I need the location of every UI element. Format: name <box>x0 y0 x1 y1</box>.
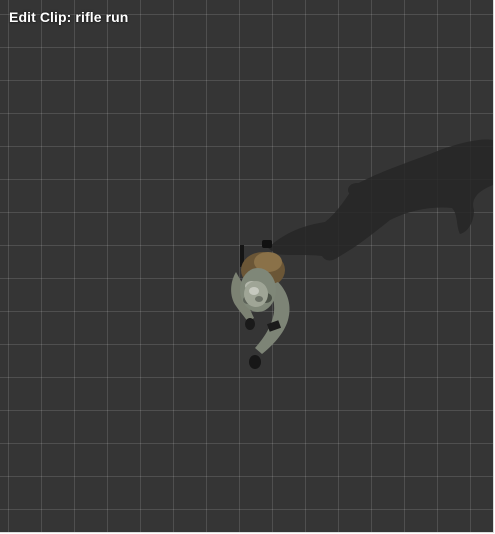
scene-canvas <box>231 139 493 369</box>
character-shadow <box>268 139 493 261</box>
soldier-figure <box>231 240 290 369</box>
clip-preview-viewport[interactable]: Edit Clip: rifle run <box>0 0 494 533</box>
